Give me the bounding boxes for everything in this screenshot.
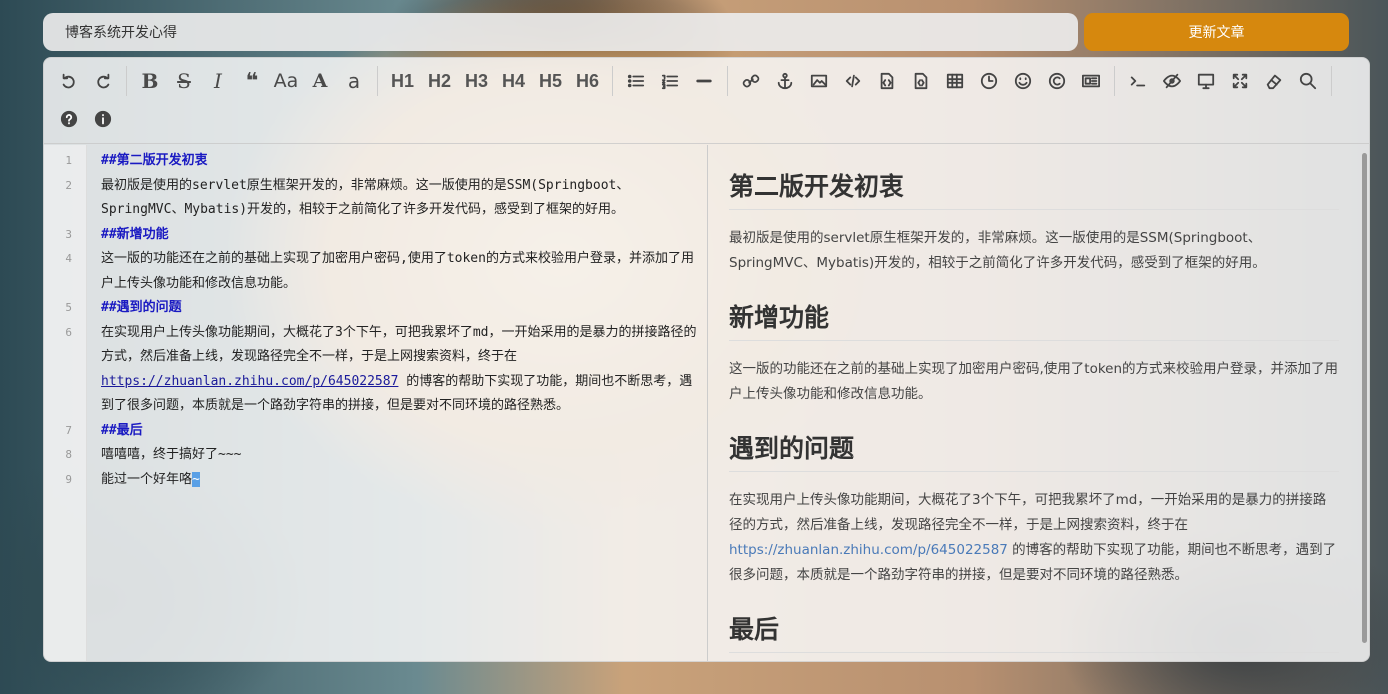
line-number: 5 xyxy=(65,301,72,314)
code-icon[interactable] xyxy=(836,62,870,100)
line-text: ##遇到的问题 xyxy=(86,296,707,321)
code-block-icon[interactable] xyxy=(904,62,938,100)
link-icon[interactable] xyxy=(734,62,768,100)
code-line[interactable]: 4 这一版的功能还在之前的基础上实现了加密用户密码,使用了token的方式来校验用… xyxy=(44,247,707,296)
line-text: 这一版的功能还在之前的基础上实现了加密用户密码,使用了token的方式来校验用户… xyxy=(86,247,707,296)
code-line[interactable]: 9 能过一个好年咯~ xyxy=(44,468,707,493)
code-line[interactable]: 3 ##新增功能 xyxy=(44,223,707,248)
line-text-segment: 在实现用户上传头像功能期间，大概花了3个下午，可把我累坏了md，一开始采用的是暴… xyxy=(101,324,697,365)
undo-icon[interactable] xyxy=(52,62,86,100)
code-line[interactable]: 8 嘻嘻嘻，终于搞好了~~~ xyxy=(44,443,707,468)
image-icon[interactable] xyxy=(802,62,836,100)
bold-icon[interactable]: B xyxy=(133,62,167,100)
line-text-segment: ##遇到的问题 xyxy=(101,300,182,315)
line-number: 2 xyxy=(65,178,72,192)
unordered-list-icon[interactable] xyxy=(619,62,653,100)
datetime-icon[interactable] xyxy=(972,62,1006,100)
text-cursor: ~ xyxy=(192,471,200,487)
line-text-segment: ##新增功能 xyxy=(101,226,169,242)
toolbar-divider xyxy=(1114,66,1115,96)
toolbar-divider xyxy=(612,66,613,96)
line-text-segment: 最初版是使用的servlet原生框架开发的，非常麻烦。这一版使用的是SSM(Sp… xyxy=(101,177,630,218)
article-title-input[interactable]: 博客系统开发心得 xyxy=(43,13,1078,51)
preview-heading: 第二版开发初衷 xyxy=(729,167,1339,210)
clear-icon[interactable] xyxy=(1257,62,1291,100)
line-text-segment: 嘻嘻嘻，终于搞好了~~~ xyxy=(101,447,242,462)
horizontal-rule-icon[interactable] xyxy=(687,62,721,100)
line-text-segment: 这一版的功能还在之前的基础上实现了加密用户密码,使用了token的方式来校验用户… xyxy=(101,251,694,291)
table-icon[interactable] xyxy=(938,62,972,100)
italic-icon[interactable]: I xyxy=(201,62,235,100)
lowercase-icon[interactable]: a xyxy=(337,62,371,100)
preview-scrollbar[interactable] xyxy=(1362,153,1367,643)
line-text: 在实现用户上传头像功能期间，大概花了3个下午，可把我累坏了md，一开始采用的是暴… xyxy=(86,321,707,419)
code-link[interactable]: https://zhuanlan.zhihu.com/p/645022587 xyxy=(101,374,398,389)
line-text: 能过一个好年咯~ xyxy=(86,468,707,493)
code-line[interactable]: 6 在实现用户上传头像功能期间，大概花了3个下午，可把我累坏了md，一开始采用的是… xyxy=(44,321,707,419)
line-number: 7 xyxy=(65,423,72,437)
code-line[interactable]: 1 ##第二版开发初衷 xyxy=(44,149,707,174)
line-number: 8 xyxy=(65,448,72,461)
preview-paragraph: 这一版的功能还在之前的基础上实现了加密用户密码,使用了token的方式来校验用户… xyxy=(729,361,1339,402)
code-pane[interactable]: 1 ##第二版开发初衷 2 最初版是使用的servlet原生框架开发的，非常麻烦。这一… xyxy=(44,145,707,661)
line-number: 4 xyxy=(65,252,72,265)
code-line[interactable]: 7 ##最后 xyxy=(44,419,707,444)
fullscreen-icon[interactable] xyxy=(1223,62,1257,100)
pagebreak-icon[interactable] xyxy=(1074,62,1108,100)
preview-heading: 遇到的问题 xyxy=(729,429,1339,472)
redo-icon[interactable] xyxy=(86,62,120,100)
watch-icon[interactable] xyxy=(1155,62,1189,100)
toolbar-divider xyxy=(126,66,127,96)
code-line[interactable]: 5 ##遇到的问题 xyxy=(44,296,707,321)
anchor-icon[interactable] xyxy=(768,62,802,100)
editor-toolbar: B S I ❝ Aa A a H1 H2 H3 H4 H5 H6 xyxy=(44,58,1369,144)
toolbar-divider xyxy=(377,66,378,96)
html-entities-icon[interactable] xyxy=(1040,62,1074,100)
emoji-icon[interactable] xyxy=(1006,62,1040,100)
line-text-segment: 能过一个好年咯 xyxy=(101,471,193,487)
strikethrough-icon[interactable]: S xyxy=(167,62,201,100)
h4-icon[interactable]: H4 xyxy=(495,62,532,100)
h6-icon[interactable]: H6 xyxy=(569,62,606,100)
toolbar-divider xyxy=(1331,66,1332,96)
line-text: ##第二版开发初衷 xyxy=(86,149,707,174)
help-icon[interactable] xyxy=(52,100,86,138)
preformatted-code-icon[interactable] xyxy=(870,62,904,100)
line-number: 6 xyxy=(65,325,72,339)
search-icon[interactable] xyxy=(1291,62,1325,100)
line-text: 嘻嘻嘻，终于搞好了~~~ xyxy=(86,443,707,468)
line-number: 1 xyxy=(65,154,72,167)
info-icon[interactable] xyxy=(86,100,120,138)
toolbar-divider xyxy=(727,66,728,96)
preview-icon[interactable] xyxy=(1189,62,1223,100)
h1-icon[interactable]: H1 xyxy=(384,62,421,100)
preview-heading: 新增功能 xyxy=(729,298,1339,341)
goto-line-icon[interactable] xyxy=(1121,62,1155,100)
uppercase-icon[interactable]: Aa xyxy=(269,62,303,100)
preview-paragraph: 在实现用户上传头像功能期间，大概花了3个下午，可把我累坏了md，一开始采用的是暴… xyxy=(729,488,1339,588)
line-number: 9 xyxy=(65,472,72,486)
code-line[interactable]: 2 最初版是使用的servlet原生框架开发的，非常麻烦。这一版使用的是SSM(S… xyxy=(44,174,707,223)
preview-paragraph: 最初版是使用的servlet原生框架开发的，非常麻烦。这一版使用的是SSM(Sp… xyxy=(729,230,1266,271)
quote-icon[interactable]: ❝ xyxy=(235,62,269,100)
line-text: 最初版是使用的servlet原生框架开发的，非常麻烦。这一版使用的是SSM(Sp… xyxy=(86,174,707,223)
h5-icon[interactable]: H5 xyxy=(532,62,569,100)
h2-icon[interactable]: H2 xyxy=(421,62,458,100)
line-number: 3 xyxy=(65,227,72,241)
ordered-list-icon[interactable] xyxy=(653,62,687,100)
preview-heading: 最后 xyxy=(729,610,1339,653)
preview-link[interactable]: https://zhuanlan.zhihu.com/p/645022587 xyxy=(729,542,1008,558)
line-text-segment: ##第二版开发初衷 xyxy=(101,153,208,168)
code-lines: 1 ##第二版开发初衷 2 最初版是使用的servlet原生框架开发的，非常麻烦。这一… xyxy=(44,149,707,492)
line-text-segment: ##最后 xyxy=(101,422,143,438)
update-article-button[interactable]: 更新文章 xyxy=(1084,13,1349,51)
line-text: ##最后 xyxy=(86,419,707,444)
line-text: ##新增功能 xyxy=(86,223,707,248)
capitalize-icon[interactable]: A xyxy=(303,62,337,100)
h3-icon[interactable]: H3 xyxy=(458,62,495,100)
preview-pane: 第二版开发初衷 最初版是使用的servlet原生框架开发的，非常麻烦。这一版使用… xyxy=(708,145,1369,661)
preview-text: 在实现用户上传头像功能期间，大概花了3个下午，可把我累坏了md，一开始采用的是暴… xyxy=(729,492,1327,533)
markdown-editor: B S I ❝ Aa A a H1 H2 H3 H4 H5 H6 1 ##第二版… xyxy=(43,57,1370,662)
